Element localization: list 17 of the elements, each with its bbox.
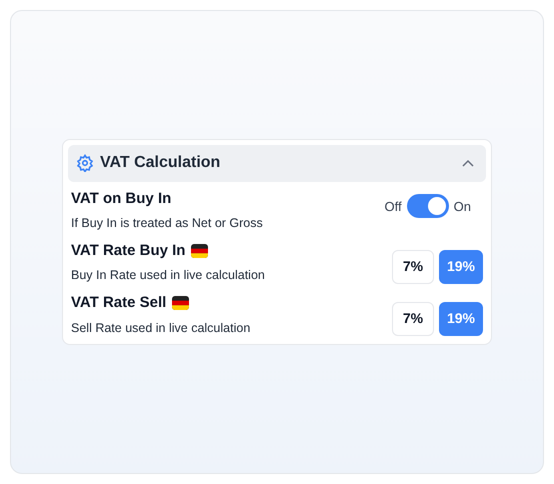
off-label: Off	[384, 198, 402, 216]
setting-title: VAT Rate Buy In	[71, 240, 186, 261]
rate-option[interactable]: 7%	[392, 302, 434, 336]
setting-title: VAT on Buy In	[71, 188, 172, 209]
section-title: VAT Calculation	[100, 153, 220, 174]
rate-option[interactable]: 7%	[392, 250, 434, 284]
setting-description: Sell Rate used in live calculation	[71, 320, 250, 337]
toggle-switch[interactable]	[406, 194, 449, 218]
setting-description: Buy In Rate used in live calculation	[71, 267, 265, 284]
rate-option[interactable]: 19%	[438, 250, 483, 284]
on-label: On	[454, 198, 471, 216]
setting-title: VAT Rate Sell	[71, 293, 166, 314]
rate-option[interactable]: 19%	[438, 302, 483, 336]
setting-description: If Buy In is treated as Net or Gross	[71, 215, 263, 232]
gear-icon	[76, 154, 94, 172]
chevron-icon	[462, 159, 474, 168]
section-header[interactable]: VAT Calculation	[68, 144, 486, 182]
